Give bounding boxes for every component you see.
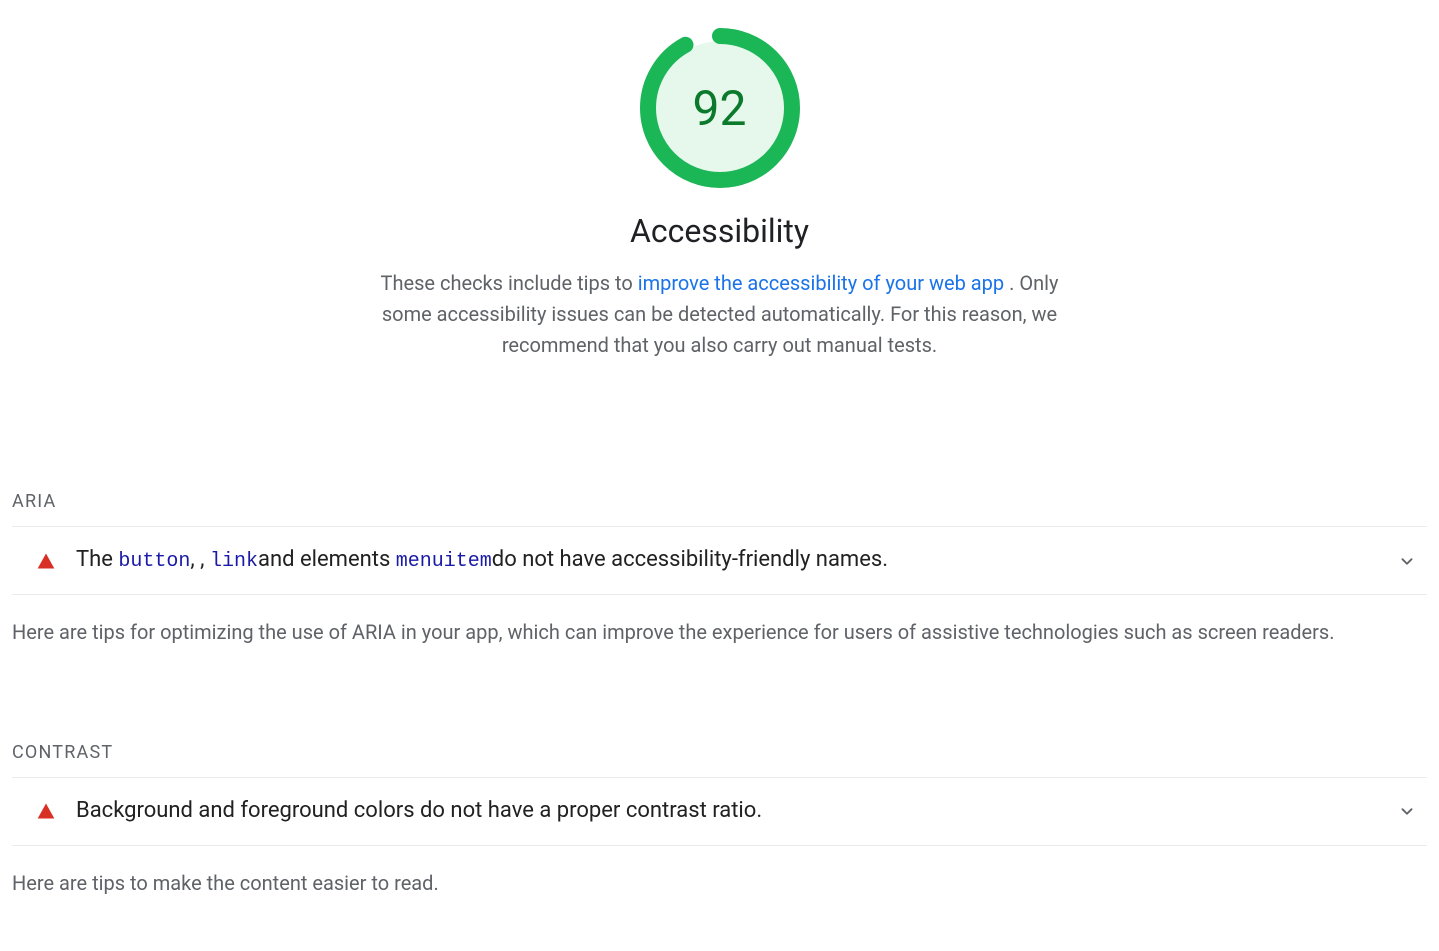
audit-contrast-ratio[interactable]: Background and foreground colors do not …	[12, 778, 1427, 846]
audit-text: , ,	[190, 547, 210, 572]
code-link: link	[210, 550, 258, 573]
audit-text: do not have accessibility-friendly names…	[492, 547, 888, 572]
audit-text: The	[76, 547, 118, 572]
chevron-down-icon	[1395, 550, 1419, 572]
code-button: button	[118, 550, 190, 573]
score-value: 92	[640, 28, 800, 188]
audit-title: The button, , linkand elements menuitemd…	[76, 545, 1375, 576]
section-contrast: CONTRAST Background and foreground color…	[12, 742, 1427, 898]
fail-triangle-icon	[36, 801, 56, 821]
code-menuitem: menuitem	[396, 550, 492, 573]
category-title: Accessibility	[630, 212, 809, 250]
chevron-down-icon	[1395, 800, 1419, 822]
audit-aria-names[interactable]: The button, , linkand elements menuitemd…	[12, 527, 1427, 595]
section-heading-contrast: CONTRAST	[12, 742, 1427, 778]
section-note-contrast: Here are tips to make the content easier…	[12, 868, 1427, 898]
section-aria: ARIA The button, , linkand elements menu…	[12, 491, 1427, 647]
section-heading-aria: ARIA	[12, 491, 1427, 527]
audit-title: Background and foreground colors do not …	[76, 796, 1375, 827]
fail-triangle-icon	[36, 551, 56, 571]
improve-accessibility-link[interactable]: improve the accessibility of your web ap…	[638, 271, 1004, 295]
desc-text-prefix: These checks include tips to	[381, 271, 638, 295]
audit-text: and elements	[258, 547, 396, 572]
score-header: 92 Accessibility These checks include ti…	[12, 0, 1427, 401]
score-gauge: 92	[640, 28, 800, 188]
category-description: These checks include tips to improve the…	[360, 268, 1080, 361]
section-note-aria: Here are tips for optimizing the use of …	[12, 617, 1427, 647]
